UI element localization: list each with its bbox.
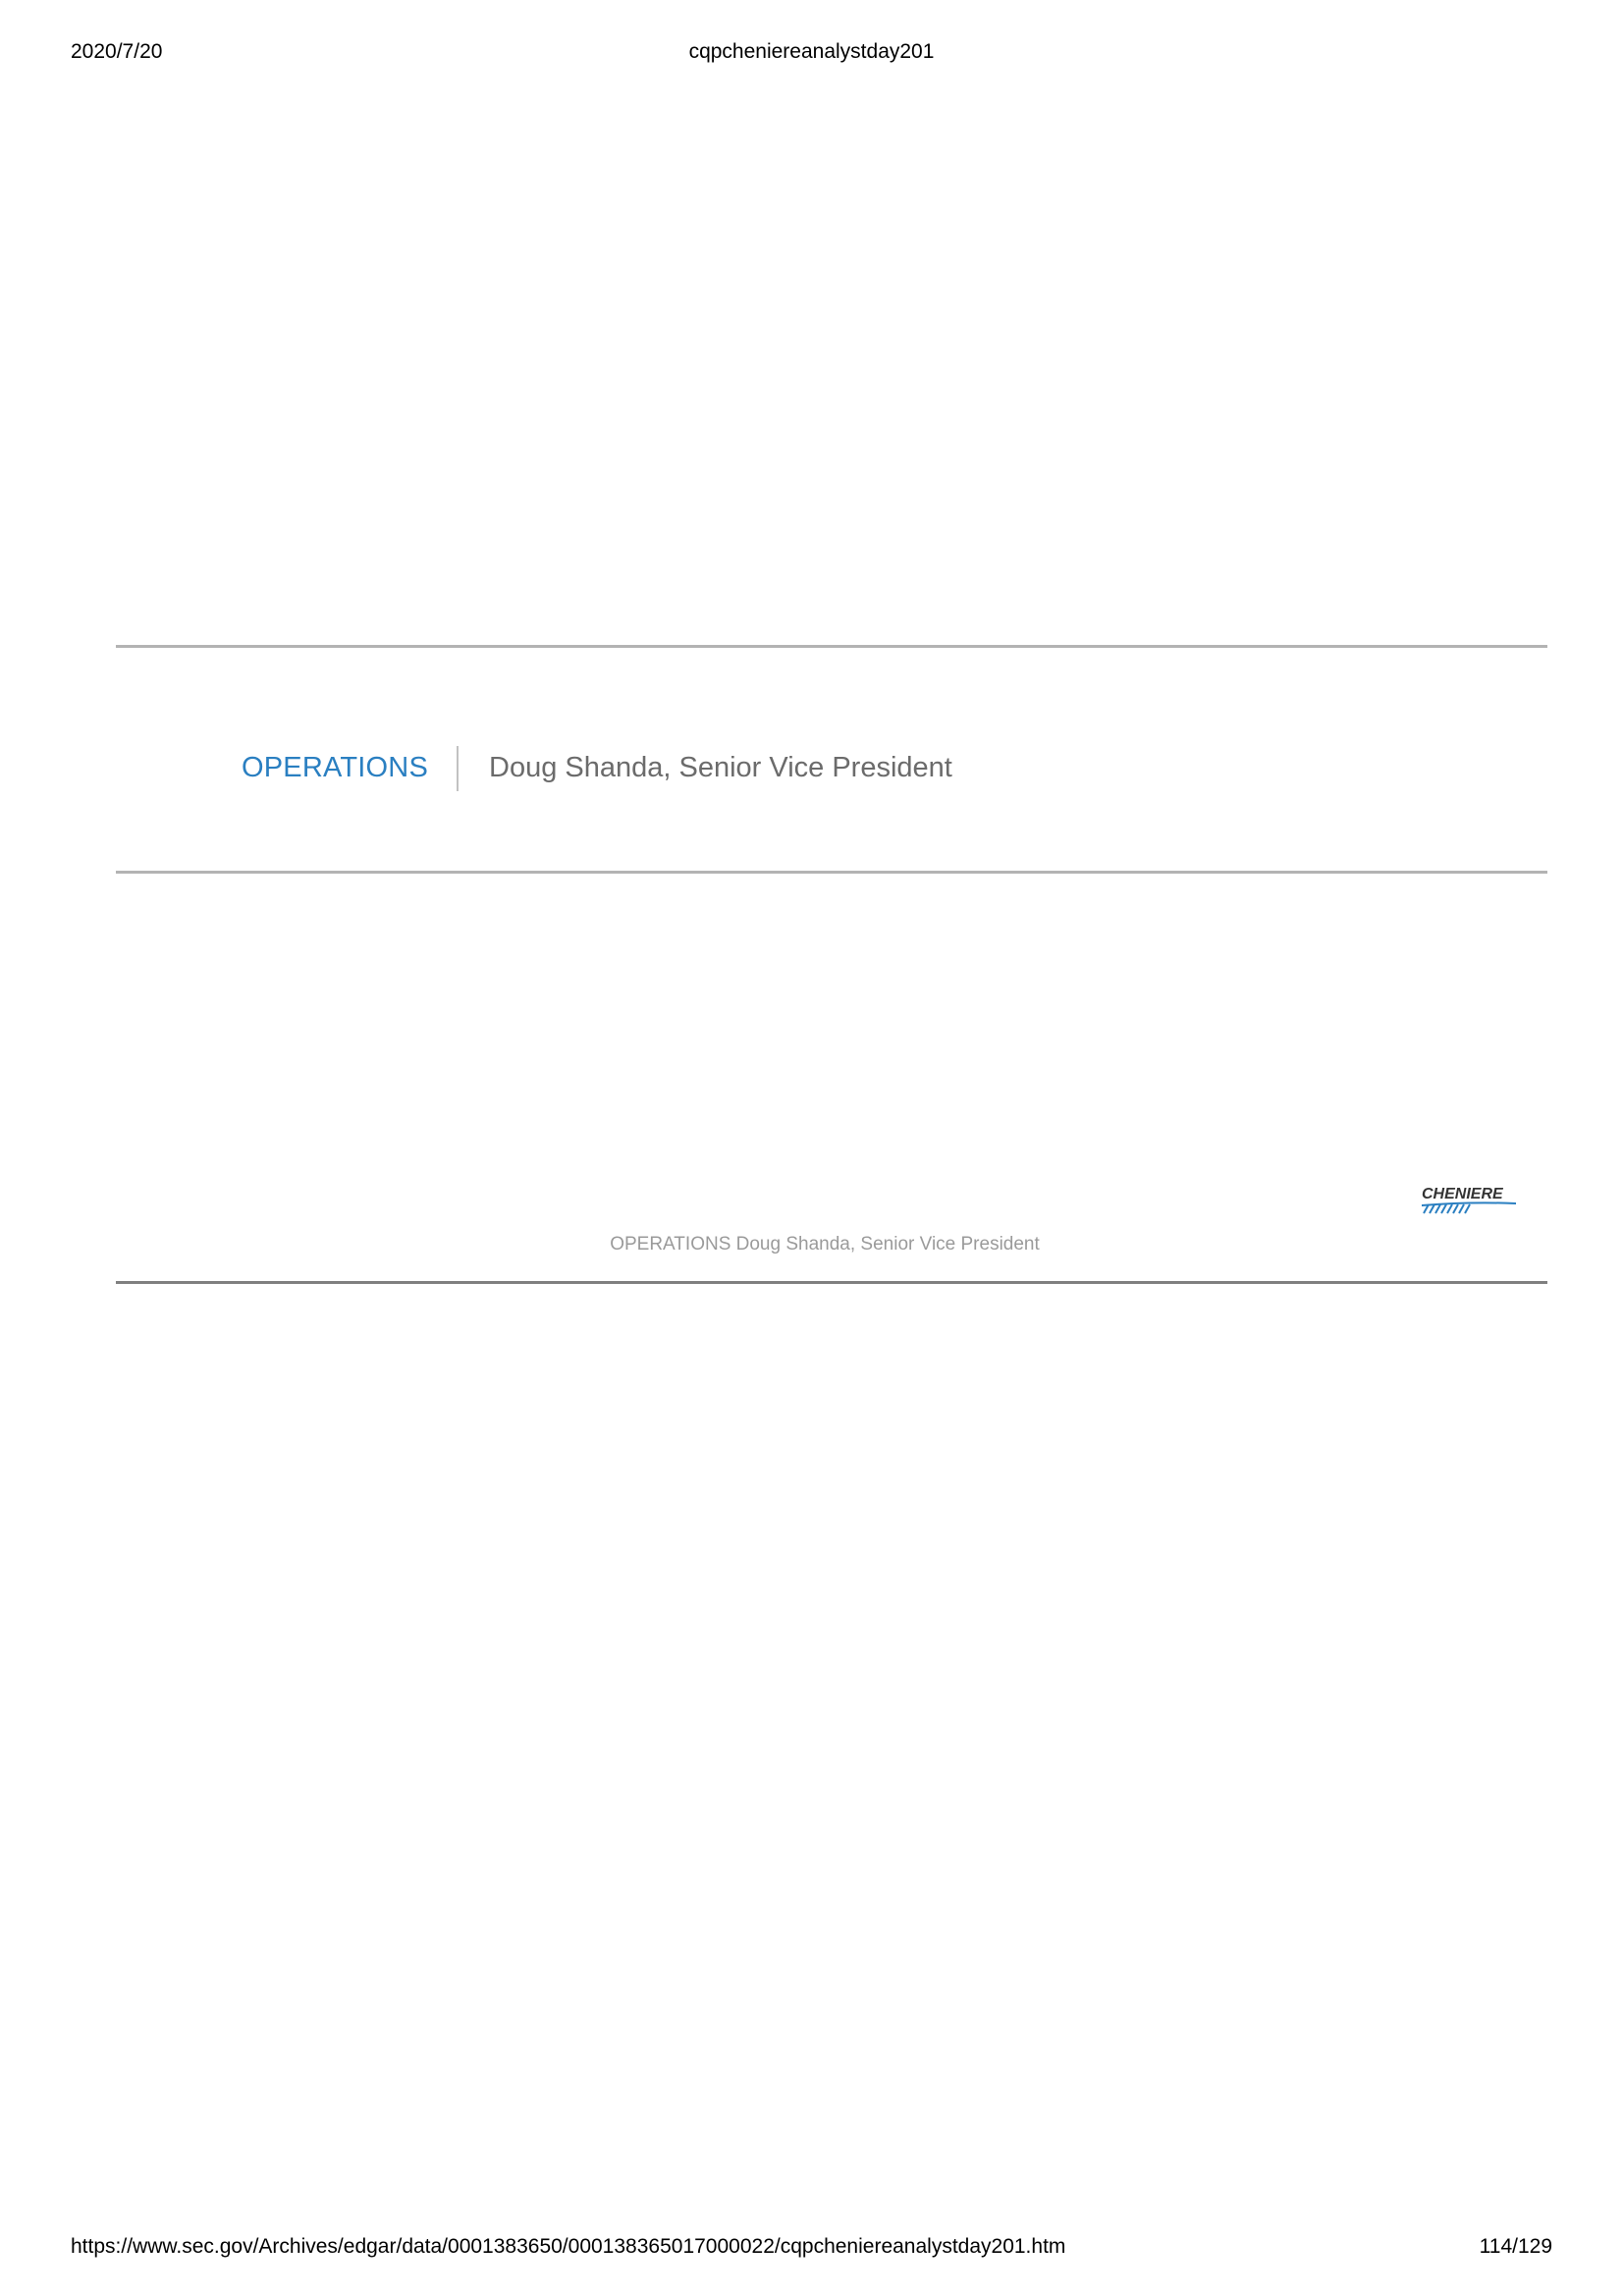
print-footer-page-number: 114/129: [1479, 2235, 1552, 2258]
cheniere-logo-stripes: [1423, 1203, 1471, 1214]
slide-top-rule: [116, 645, 1547, 648]
slide-bottom-rule: [116, 1281, 1547, 1284]
slide-caption: OPERATIONS Doug Shanda, Senior Vice Pres…: [610, 1234, 1040, 1255]
cheniere-logo-text: CHENIERE: [1422, 1186, 1504, 1202]
slide-middle-rule: [116, 871, 1547, 874]
slide-presenter: Doug Shanda, Senior Vice President: [489, 752, 952, 783]
print-footer-url[interactable]: https://www.sec.gov/Archives/edgar/data/…: [71, 2234, 1065, 2260]
slide-title-divider: [457, 746, 459, 791]
print-header-title: cqpcheniereanalystday201: [688, 40, 935, 63]
slide-section-title: OPERATIONS: [242, 752, 428, 783]
cheniere-logo: CHENIERE: [1422, 1186, 1516, 1214]
